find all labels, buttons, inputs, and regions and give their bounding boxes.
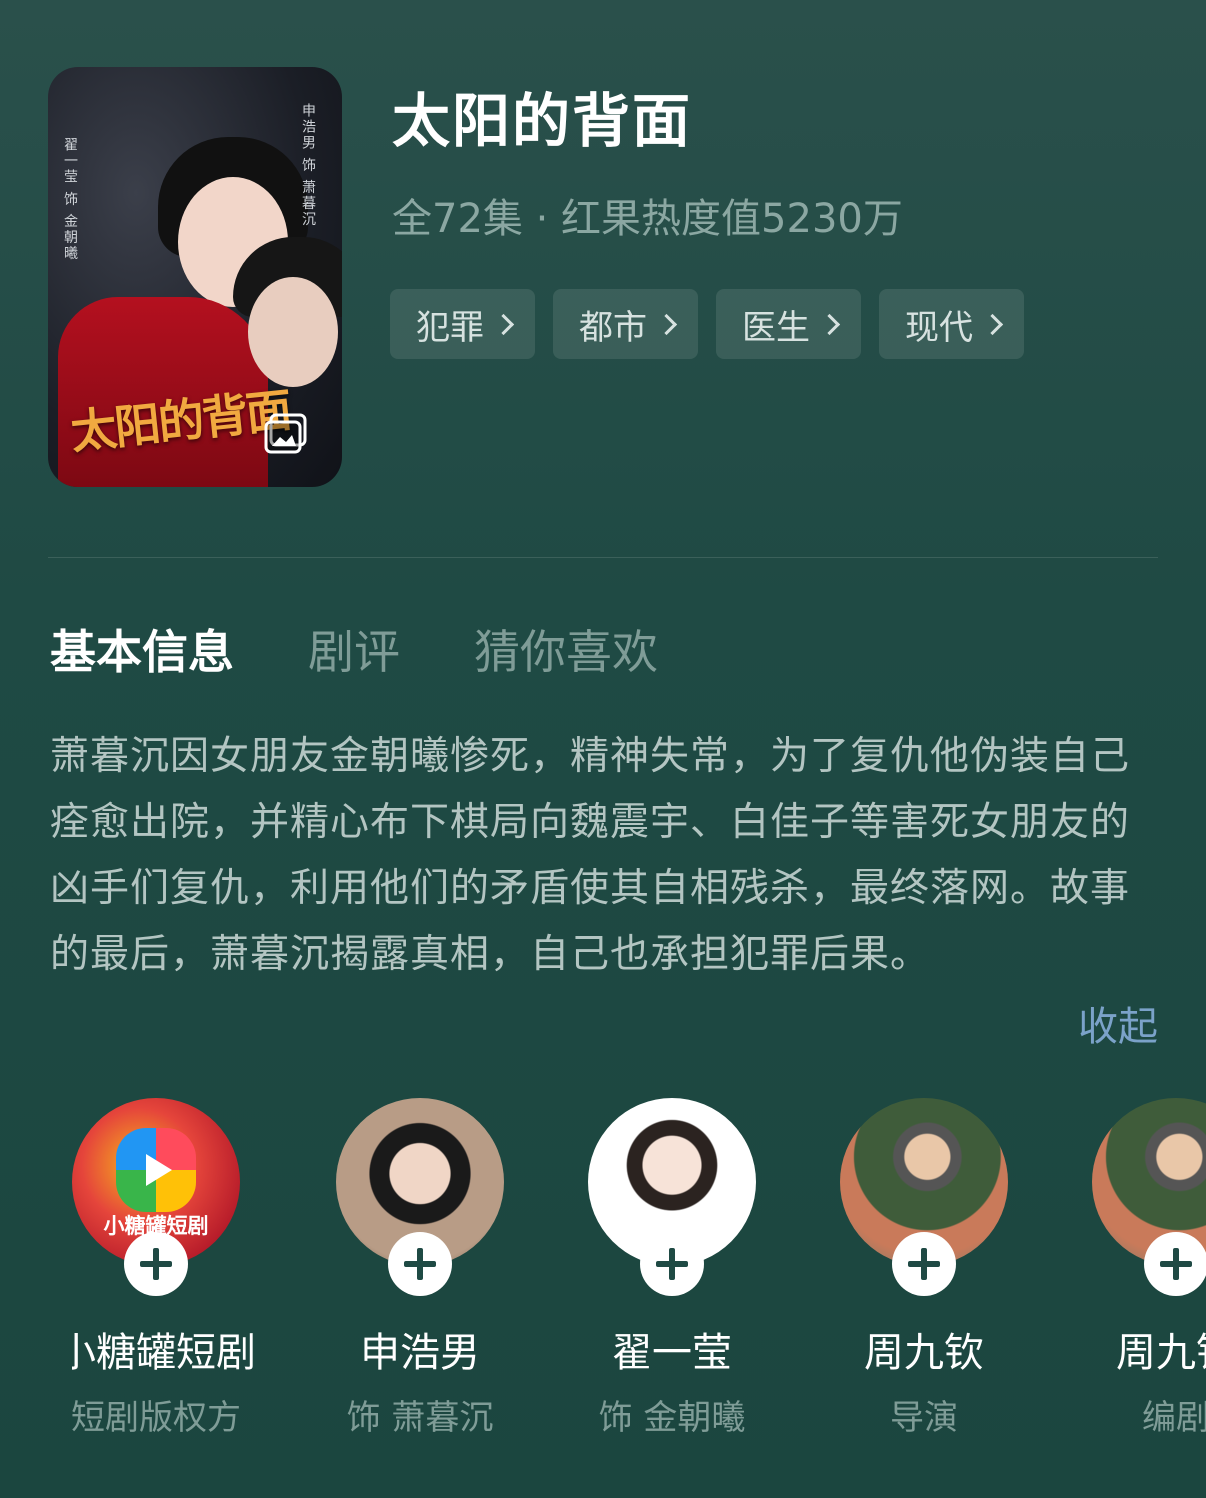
tab-basic-info[interactable]: 基本信息 <box>50 616 234 682</box>
gallery-icon[interactable] <box>263 411 311 457</box>
tag-list: 犯罪 都市 医生 现代 <box>390 289 1024 359</box>
plus-icon <box>1173 1248 1179 1280</box>
plus-icon <box>153 1248 159 1280</box>
synopsis-text: 萧暮沉因女朋友金朝曦惨死，精神失常，为了复仇他伪装自己痊愈出院，并精心布下棋局向… <box>50 734 1131 977</box>
person-role: 饰 萧暮沉 <box>346 1398 494 1438</box>
poster-credit: 申浩男 饰 萧暮沉 <box>300 103 316 228</box>
tab-recommendations[interactable]: 猜你喜欢 <box>474 616 658 682</box>
play-icon <box>146 1154 172 1186</box>
chevron-right-icon <box>981 313 1004 335</box>
person-role: 短剧版权方 <box>72 1398 241 1438</box>
person-name: 小糖罐短剧 <box>72 1330 256 1376</box>
chevron-right-icon <box>818 313 841 335</box>
chevron-right-icon <box>655 313 678 335</box>
tag-chip[interactable]: 现代 <box>879 289 1024 359</box>
chevron-right-icon <box>492 313 515 335</box>
tag-label: 都市 <box>579 307 647 348</box>
tag-chip[interactable]: 犯罪 <box>390 289 535 359</box>
tab-bar: 基本信息 剧评 猜你喜欢 <box>50 616 732 682</box>
follow-button[interactable] <box>1144 1232 1206 1296</box>
tab-reviews[interactable]: 剧评 <box>308 616 400 682</box>
tag-label: 现代 <box>905 307 973 348</box>
poster-credit: 翟一莹 饰 金朝曦 <box>62 137 78 262</box>
person-name: 翟一莹 <box>612 1330 732 1376</box>
section-divider <box>48 557 1158 558</box>
collapse-link[interactable]: 收起 <box>1078 994 1158 1052</box>
person-role: 编剧 <box>1142 1398 1206 1438</box>
tag-chip[interactable]: 医生 <box>716 289 861 359</box>
follow-button[interactable] <box>640 1232 704 1296</box>
person-name: 周九钦 <box>864 1330 984 1376</box>
plus-icon <box>669 1248 675 1280</box>
tag-label: 犯罪 <box>416 307 484 348</box>
person-name: 申浩男 <box>360 1330 480 1376</box>
person-role: 饰 金朝曦 <box>598 1398 746 1438</box>
follow-button[interactable] <box>124 1232 188 1296</box>
drama-title: 太阳的背面 <box>392 87 693 155</box>
poster-figure <box>248 277 338 387</box>
tag-chip[interactable]: 都市 <box>553 289 698 359</box>
person-name: 周九钦 <box>1116 1330 1206 1376</box>
follow-button[interactable] <box>388 1232 452 1296</box>
plus-icon <box>417 1248 423 1280</box>
follow-button[interactable] <box>892 1232 956 1296</box>
drama-meta: 全72集 · 红果热度值5230万 <box>392 196 903 242</box>
tag-label: 医生 <box>742 307 810 348</box>
cast-crew-list: 小糖罐短剧 小糖罐短剧 短剧版权方 申浩男 饰 萧暮沉 翟一莹 饰 金朝曦 周九… <box>72 1098 1206 1458</box>
person-role: 导演 <box>890 1398 958 1438</box>
plus-icon <box>921 1248 927 1280</box>
drama-poster[interactable]: 申浩男 饰 萧暮沉 翟一莹 饰 金朝曦 太阳的背面 <box>48 67 342 487</box>
